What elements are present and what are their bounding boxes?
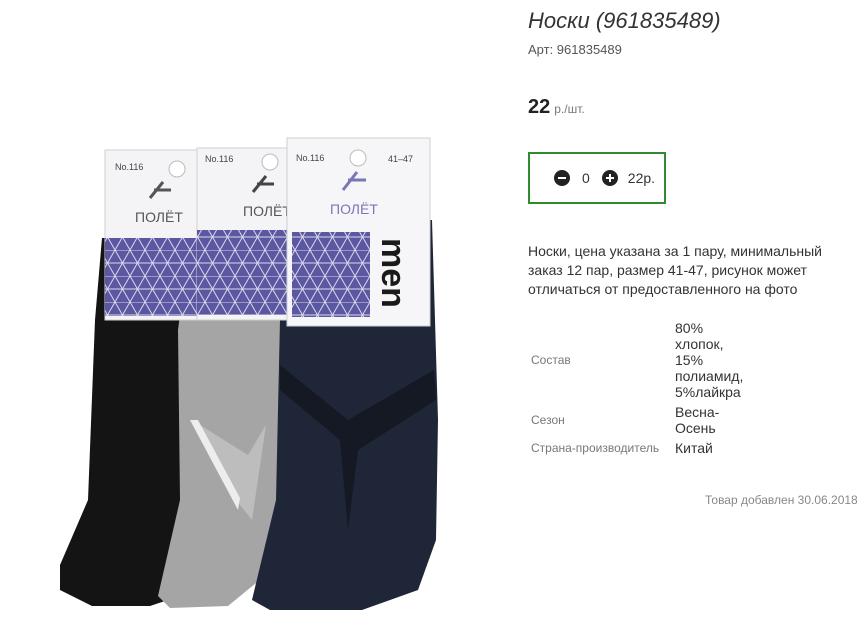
tag-brand-3: ПОЛЁТ bbox=[330, 201, 378, 217]
tag-brand-1: ПОЛЁТ bbox=[135, 209, 183, 225]
property-label: Состав bbox=[531, 353, 571, 367]
product-image[interactable]: No.116 ПОЛЁТ No.116 ПОЛЁТ No.116 41–47 П… bbox=[40, 120, 480, 615]
property-label: Сезон bbox=[531, 413, 565, 427]
product-price: 22 р./шт. bbox=[528, 96, 585, 119]
tag-size-3: 41–47 bbox=[388, 154, 413, 164]
property-value: Китай bbox=[675, 440, 713, 456]
price-value: 22 bbox=[528, 96, 551, 118]
price-unit: р./шт. bbox=[554, 102, 585, 116]
tag-model-2: No.116 bbox=[205, 154, 233, 164]
property-value: 80% хлопок, 15% полиамид, 5%лайкра bbox=[675, 320, 744, 400]
packaging-tag-1: No.116 ПОЛЁТ bbox=[104, 149, 202, 321]
property-value: Весна-Осень bbox=[675, 404, 720, 436]
added-date: Товар добавлен 30.06.2018 bbox=[705, 493, 857, 507]
quantity-stepper: 0 22р. bbox=[528, 152, 666, 204]
property-row: Сезон Весна-Осень bbox=[528, 402, 755, 438]
packaging-tag-2: No.116 ПОЛЁТ bbox=[196, 147, 291, 321]
quantity-total: 22р. bbox=[627, 170, 656, 186]
packaging-tag-3: No.116 41–47 ПОЛЁТ men bbox=[286, 137, 431, 327]
tag-side-text: men bbox=[374, 238, 412, 308]
tag-model-3: No.116 bbox=[296, 153, 324, 163]
property-row: Страна-производитель Китай bbox=[528, 438, 755, 458]
minus-icon[interactable] bbox=[554, 170, 570, 186]
property-label: Страна-производитель bbox=[531, 441, 660, 455]
product-sku: Арт: 961835489 bbox=[528, 42, 622, 57]
property-row: Состав 80% хлопок, 15% полиамид, 5%лайкр… bbox=[528, 318, 755, 402]
quantity-value[interactable]: 0 bbox=[582, 170, 590, 186]
product-description: Носки, цена указана за 1 пару, минимальн… bbox=[528, 243, 822, 297]
tag-brand-2: ПОЛЁТ bbox=[243, 203, 291, 219]
product-properties: Состав 80% хлопок, 15% полиамид, 5%лайкр… bbox=[528, 318, 755, 458]
plus-icon[interactable] bbox=[601, 170, 618, 186]
product-title: Носки (961835489) bbox=[528, 8, 721, 33]
tag-model-1: No.116 bbox=[115, 162, 143, 172]
